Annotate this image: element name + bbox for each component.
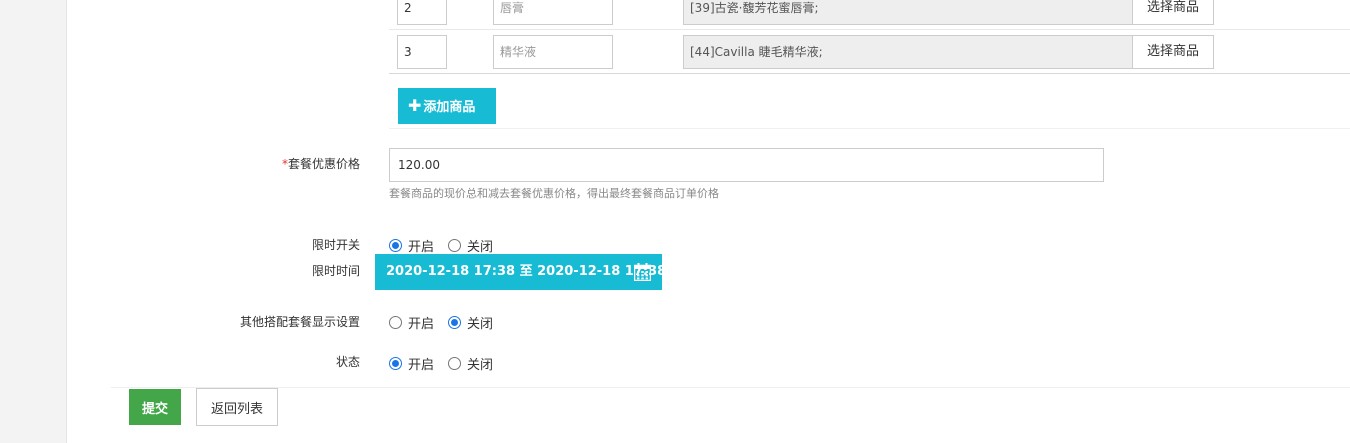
goods-product-field: [39]古瓷·馥芳花蜜唇膏;: [683, 0, 1133, 25]
table-row: 3 精华液 [44]Cavilla 睫毛精华液; 选择商品: [389, 30, 1350, 74]
divider: [389, 128, 1350, 129]
other-combo-on-radio[interactable]: 开启: [389, 313, 434, 332]
other-combo-display-label: 其他搭配套餐显示设置: [239, 315, 360, 329]
combo-price-input[interactable]: 120.00: [389, 148, 1104, 182]
goods-alias-input[interactable]: 唇膏: [493, 0, 613, 25]
status-off-radio[interactable]: 关闭: [448, 354, 493, 373]
left-sidebar: [0, 0, 67, 443]
radio-unchecked-icon: [448, 357, 462, 370]
price-hint: 套餐商品的现价总和减去套餐优惠价格，得出最终套餐商品订单价格: [389, 187, 719, 200]
table-row: 2 唇膏 [39]古瓷·馥芳花蜜唇膏; 选择商品: [389, 0, 1350, 30]
add-goods-button[interactable]: ✚ 添加商品: [398, 88, 496, 124]
radio-checked-icon: [389, 357, 402, 370]
goods-product-field: [44]Cavilla 睫毛精华液;: [683, 35, 1133, 69]
time-limit-switch-radios: 开启 关闭: [389, 236, 507, 255]
calendar-icon: [634, 263, 651, 281]
select-goods-button[interactable]: 选择商品: [1132, 35, 1214, 69]
radio-checked-icon: [448, 316, 462, 329]
divider: [111, 387, 1350, 388]
select-goods-button[interactable]: 选择商品: [1132, 0, 1214, 25]
radio-unchecked-icon: [389, 316, 402, 329]
status-radios: 开启 关闭: [389, 354, 507, 373]
date-range-value: 2020-12-18 17:38 至 2020-12-18 17:38: [386, 264, 667, 279]
plus-icon: ✚: [408, 96, 422, 115]
goods-index-input[interactable]: 2: [397, 0, 447, 25]
form-content: 2 唇膏 [39]古瓷·馥芳花蜜唇膏; 选择商品 3 精华液 [44]Cavil…: [67, 0, 1350, 443]
radio-unchecked-icon: [448, 239, 462, 252]
submit-button[interactable]: 提交: [129, 389, 181, 425]
goods-index-input[interactable]: 3: [397, 35, 447, 69]
status-label: 状态: [335, 355, 360, 369]
goods-alias-input[interactable]: 精华液: [493, 35, 613, 69]
other-combo-off-radio[interactable]: 关闭: [448, 313, 493, 332]
time-limit-off-radio[interactable]: 关闭: [448, 236, 493, 255]
radio-checked-icon: [389, 239, 402, 252]
other-combo-display-radios: 开启 关闭: [389, 313, 507, 332]
status-on-radio[interactable]: 开启: [389, 354, 434, 373]
time-limit-switch-label: 限时开关: [311, 238, 360, 252]
price-label: *套餐优惠价格: [281, 157, 360, 171]
add-goods-label: 添加商品: [423, 100, 476, 115]
back-to-list-button[interactable]: 返回列表: [196, 388, 278, 426]
time-limit-on-radio[interactable]: 开启: [389, 236, 434, 255]
date-range-picker[interactable]: 2020-12-18 17:38 至 2020-12-18 17:38: [375, 254, 666, 290]
time-limit-range-label: 限时时间: [311, 264, 360, 278]
